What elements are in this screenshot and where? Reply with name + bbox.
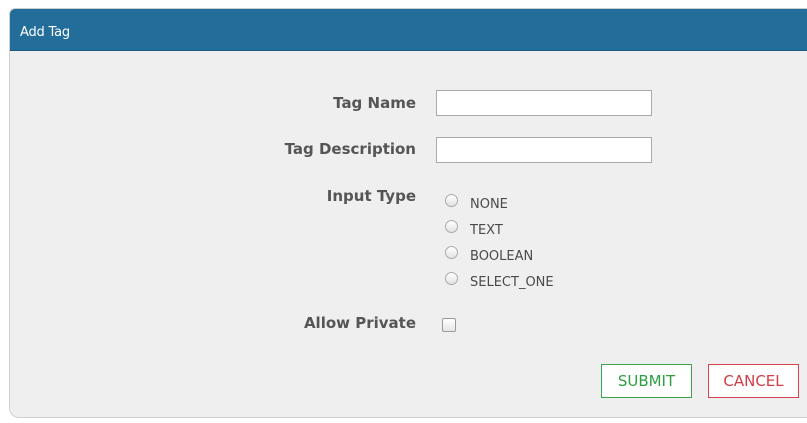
cancel-button[interactable]: CANCEL [708, 364, 799, 398]
dialog-header: Add Tag [10, 9, 807, 51]
radio-option-none[interactable]: NONE [445, 192, 508, 212]
radio-label-select-one: SELECT_ONE [470, 274, 554, 290]
allow-private-label: Allow Private [303, 314, 416, 332]
input-type-label: Input Type [326, 187, 416, 205]
radio-button[interactable] [445, 219, 458, 233]
tag-name-input[interactable] [436, 90, 652, 116]
radio-option-boolean[interactable]: BOOLEAN [445, 244, 533, 264]
radio-option-select-one[interactable]: SELECT_ONE [445, 270, 554, 290]
add-tag-dialog: Add Tag Tag Name Tag Description Input T… [9, 8, 807, 418]
radio-label-boolean: BOOLEAN [470, 248, 534, 264]
dialog-title: Add Tag [20, 25, 70, 40]
radio-option-text[interactable]: TEXT [445, 218, 503, 238]
radio-label-text: TEXT [470, 222, 503, 238]
tag-description-label: Tag Description [284, 140, 416, 158]
submit-button[interactable]: SUBMIT [601, 364, 692, 398]
allow-private-checkbox[interactable] [442, 318, 456, 332]
radio-button[interactable] [445, 271, 458, 285]
radio-button[interactable] [445, 245, 458, 259]
radio-label-none: NONE [470, 196, 508, 212]
tag-description-input[interactable] [436, 137, 652, 163]
radio-button[interactable] [445, 193, 458, 207]
tag-name-label: Tag Name [333, 94, 416, 112]
